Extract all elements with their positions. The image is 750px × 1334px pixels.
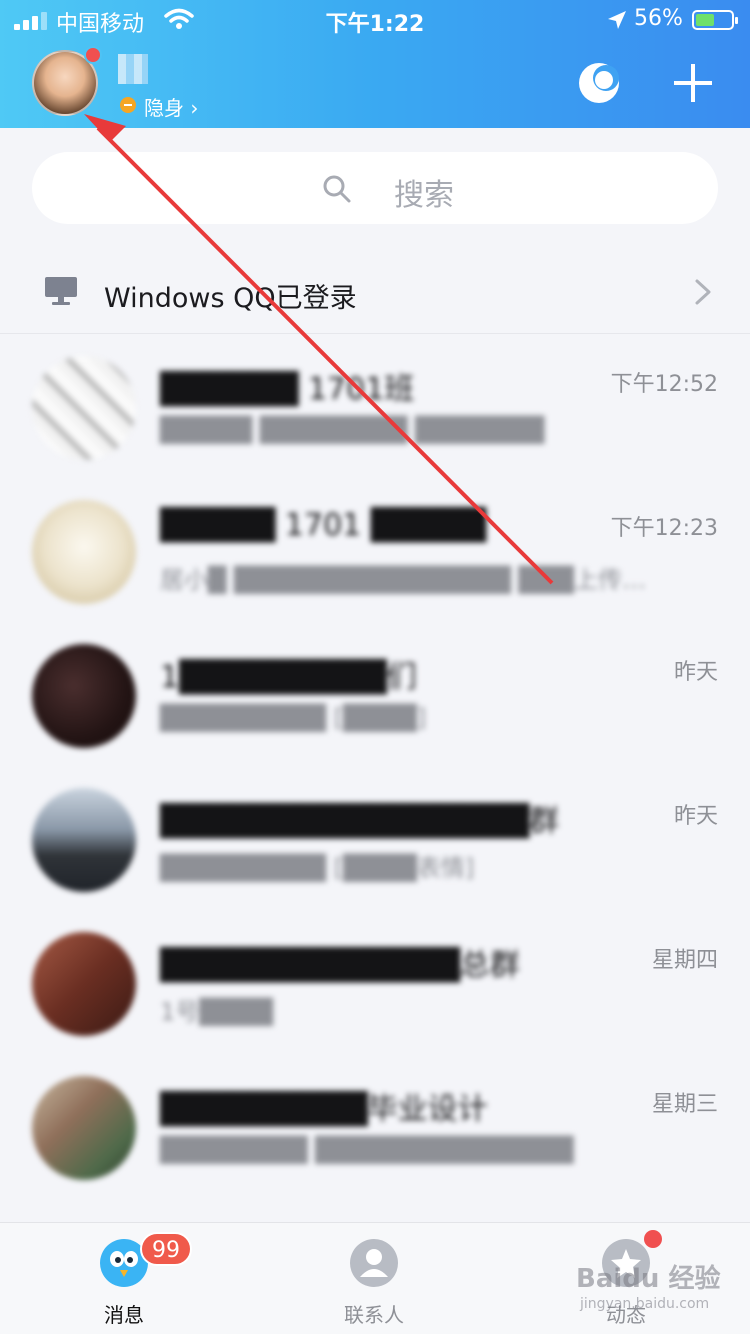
watermark-url: jingyan.baidu.com (580, 1296, 710, 1312)
chat-list-item[interactable]: █████ 1701 █████ 居小█ ███████████████ ███… (0, 500, 750, 644)
search-placeholder: 搜索 (394, 178, 454, 213)
chat-time: 昨天 (673, 804, 718, 829)
tab-label: 联系人 (344, 1303, 404, 1327)
monitor-icon (45, 277, 77, 305)
chat-name: █████████毕业设计 (160, 1092, 488, 1127)
battery-icon (692, 10, 738, 30)
tab-contacts[interactable]: 联系人 (314, 1237, 434, 1327)
contacts-icon (350, 1239, 398, 1287)
device-login-notice[interactable]: Windows QQ已登录 (0, 250, 750, 334)
plus-icon[interactable] (668, 58, 718, 108)
chat-name: ██████ 1701班 (160, 372, 415, 407)
chat-avatar (32, 788, 136, 892)
feed-notification-dot (644, 1230, 662, 1248)
online-status-label[interactable]: 隐身 › (144, 92, 198, 121)
chat-avatar (32, 356, 136, 460)
chat-preview: 1号████ (160, 998, 274, 1026)
chat-time: 星期四 (651, 948, 718, 973)
chat-avatar (32, 644, 136, 748)
header-bar: 中国移动 下午1:22 56% 隐身 › (0, 0, 750, 128)
search-bar[interactable]: 搜索 (32, 152, 718, 224)
chat-list-item[interactable]: █████████████总群 1号████ 星期四 (0, 932, 750, 1076)
unread-badge: 99 (140, 1232, 192, 1266)
invisible-status-icon (120, 97, 136, 113)
chat-list-item[interactable]: ██████ 1701班 █████ ████████ ███████ 下午12… (0, 356, 750, 500)
location-arrow-icon (608, 11, 626, 29)
chevron-right-icon (695, 279, 711, 305)
chat-time: 下午12:52 (610, 372, 718, 397)
chat-name: 1█████████们 (160, 660, 417, 695)
moon-icon[interactable] (574, 58, 624, 108)
chat-avatar (32, 500, 136, 604)
battery-percent: 56% (634, 6, 683, 31)
chat-preview: █████ ████████ ███████ (160, 416, 545, 444)
chat-time: 下午12:23 (610, 516, 718, 541)
chat-list-item[interactable]: █████████毕业设计 ████████ ██████████████ 星期… (0, 1076, 750, 1220)
chat-avatar (32, 1076, 136, 1180)
chat-preview: █████████ [████表情] (160, 854, 475, 882)
chat-name: █████████████总群 (160, 948, 520, 983)
chat-name: ████████████████群 (160, 804, 560, 839)
watermark-logo: Baidu 经验 (576, 1264, 721, 1294)
nickname (118, 54, 148, 84)
device-notice-text: Windows QQ已登录 (104, 283, 357, 314)
chat-list-item[interactable]: 1█████████们 █████████ [████] 昨天 (0, 644, 750, 788)
chat-name: █████ 1701 █████ (160, 508, 487, 543)
chat-preview: ████████ ██████████████ (160, 1136, 574, 1164)
chat-time: 昨天 (673, 660, 718, 685)
notification-dot (84, 46, 102, 64)
tab-label: 消息 (104, 1303, 144, 1327)
search-icon (323, 175, 351, 203)
chat-preview: 居小█ ███████████████ ███上传… (160, 566, 646, 594)
chat-list-item[interactable]: ████████████████群 █████████ [████表情] 昨天 (0, 788, 750, 932)
chat-time: 星期三 (651, 1092, 718, 1117)
chat-preview: █████████ [████] (160, 704, 427, 732)
chat-avatar (32, 932, 136, 1036)
status-bar: 中国移动 下午1:22 56% (0, 0, 750, 40)
